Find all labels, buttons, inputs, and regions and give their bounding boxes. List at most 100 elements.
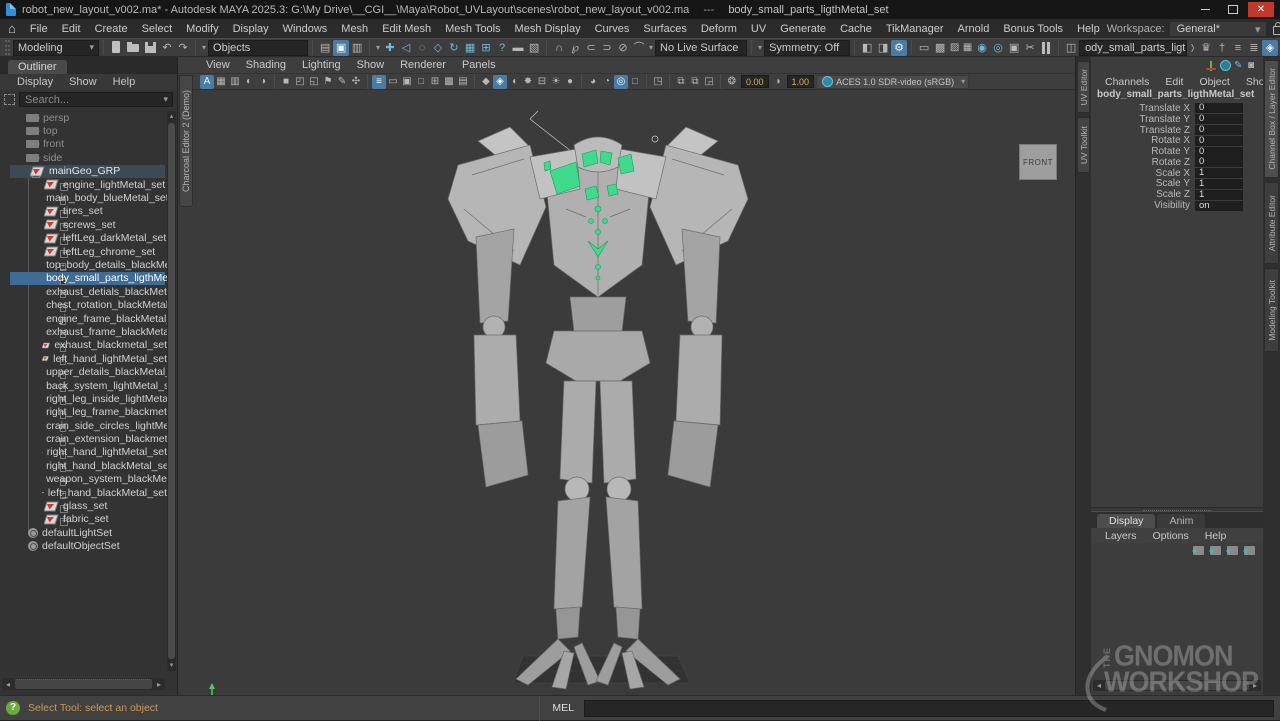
- outliner-set-row[interactable]: + crain_extension_blackmetal_set: [0, 432, 167, 445]
- outliner-camera-row[interactable]: persp: [0, 111, 167, 124]
- light-editor-icon[interactable]: ◕: [586, 75, 600, 89]
- channel-value-field[interactable]: 0: [1195, 125, 1243, 135]
- menu-set-selector[interactable]: Modeling: [13, 40, 99, 56]
- symmetry-caret-icon[interactable]: ▾: [758, 43, 762, 52]
- outliner-set-row[interactable]: + weapon_system_blackMetal_set: [0, 473, 167, 486]
- help-icon[interactable]: ?: [6, 701, 20, 715]
- menu-item[interactable]: Surfaces: [636, 23, 693, 35]
- viewport-panel[interactable]: View Shading Lighting Show Renderer Pane…: [178, 57, 1075, 695]
- gamma-icon[interactable]: ◑: [771, 75, 785, 89]
- lookdev-icon[interactable]: ▣: [1006, 40, 1022, 56]
- home-icon[interactable]: ⌂: [8, 21, 16, 36]
- save-scene-icon[interactable]: [143, 40, 158, 55]
- gamma-field[interactable]: 1.00: [787, 75, 815, 88]
- channel-row[interactable]: Rotate Y 0: [1091, 146, 1263, 157]
- lock-icon[interactable]: [1273, 26, 1280, 35]
- outliner-set-row[interactable]: + tires_set: [0, 205, 167, 218]
- character-icon[interactable]: ◙: [1248, 60, 1259, 71]
- channel-row[interactable]: Visibility on: [1091, 200, 1263, 211]
- motion-blur-icon[interactable]: ▤: [456, 75, 470, 89]
- mask-caret-icon[interactable]: ▾: [376, 43, 380, 52]
- menu-item[interactable]: Deform: [694, 23, 744, 35]
- bookmark-icon[interactable]: ◐: [242, 75, 256, 89]
- snap-view-icon[interactable]: ⊃: [599, 40, 615, 56]
- outliner-menu-item[interactable]: Display: [10, 76, 60, 88]
- layer-editor-menu-item[interactable]: Options: [1145, 530, 1197, 542]
- outliner-set-row[interactable]: + back_system_lightMetal_set: [0, 379, 167, 392]
- menu-item[interactable]: Generate: [773, 23, 833, 35]
- menu-item[interactable]: Mesh: [334, 23, 375, 35]
- pause-viewport-icon[interactable]: [1042, 42, 1050, 54]
- outliner-set-row[interactable]: + exhaust_detials_blackMetal_set: [0, 285, 167, 298]
- snap-points-icon[interactable]: ℘: [567, 40, 583, 56]
- outliner-set-row[interactable]: + screws_set: [0, 218, 167, 231]
- camera-attributes-icon[interactable]: ▥: [228, 75, 242, 89]
- layer-editor-horizontal-scrollbar[interactable]: ◂ ▸: [1093, 680, 1261, 691]
- close-button[interactable]: [1248, 2, 1274, 17]
- new-empty-layer-icon[interactable]: [1193, 546, 1204, 555]
- outliner-set-row[interactable]: + top_body_details_blackMetal_set: [0, 258, 167, 271]
- input-operations-icon[interactable]: ◧: [859, 40, 875, 56]
- output-operations-icon[interactable]: ◨: [875, 40, 891, 56]
- exposure-icon[interactable]: ❂: [725, 75, 739, 89]
- paint-select-icon[interactable]: ◌: [414, 40, 430, 56]
- outliner-camera-row[interactable]: side: [0, 151, 167, 164]
- channel-value-field[interactable]: 1: [1195, 179, 1243, 189]
- channel-row[interactable]: Scale Y 1: [1091, 179, 1263, 190]
- redo-icon[interactable]: ↷: [175, 40, 191, 56]
- holdouts-icon[interactable]: ◔: [600, 75, 614, 89]
- outliner-set-row[interactable]: + fabric_set: [0, 513, 167, 526]
- menu-item[interactable]: UV: [744, 23, 773, 35]
- channel-row[interactable]: Rotate Z 0: [1091, 157, 1263, 168]
- channel-value-field[interactable]: 1: [1195, 168, 1243, 178]
- xray-joints-icon[interactable]: ◖: [507, 75, 521, 89]
- layer-editor-menu-item[interactable]: Help: [1197, 530, 1235, 542]
- outliner-set-row[interactable]: + glass_set: [0, 499, 167, 512]
- channel-box-menu-item[interactable]: Edit: [1157, 76, 1191, 88]
- screen-space-ao-icon[interactable]: ▩: [442, 75, 456, 89]
- layer-editor-tab[interactable]: Anim: [1157, 514, 1205, 528]
- character-controls-icon[interactable]: ♛: [1198, 40, 1214, 56]
- lasso-tool-icon[interactable]: ◁: [398, 40, 414, 56]
- layer-options-icon[interactable]: [1244, 546, 1255, 555]
- lock-camera-icon[interactable]: ▦: [214, 75, 228, 89]
- attribute-spreadsheet-icon[interactable]: ≣: [1246, 40, 1262, 56]
- scroll-right-icon[interactable]: ▸: [1249, 681, 1261, 690]
- maximize-button[interactable]: [1220, 2, 1246, 17]
- new-layer-from-selected-icon[interactable]: [1227, 546, 1238, 555]
- viewport-canvas[interactable]: FRONT persp: [178, 91, 1075, 695]
- select-tool-icon[interactable]: ✚: [382, 40, 398, 56]
- outliner-set-row[interactable]: + right_hand_lightMetal_set: [0, 446, 167, 459]
- scroll-left-icon[interactable]: ◂: [2, 680, 14, 689]
- live-caret-icon[interactable]: ▾: [649, 43, 653, 52]
- ipr-render-icon[interactable]: ▨: [948, 40, 961, 56]
- highlight-selection-icon[interactable]: ▧: [526, 40, 542, 56]
- outliner-menu-item[interactable]: Show: [62, 76, 104, 88]
- scrollbar-thumb[interactable]: [1105, 681, 1249, 690]
- outliner-group-row[interactable]: − mainGeo_GRP: [0, 165, 167, 178]
- outliner-set-row[interactable]: + left_hand_blackMetal_set: [0, 486, 167, 499]
- shaded-mode-icon[interactable]: ▭: [386, 75, 400, 89]
- layer-editor-tab[interactable]: Display: [1097, 514, 1155, 528]
- menu-item[interactable]: Modify: [179, 23, 225, 35]
- select-component-icon[interactable]: ▥: [349, 40, 365, 56]
- speed-gauge-icon[interactable]: [1220, 60, 1231, 71]
- edit-pencil-icon[interactable]: ✎︎: [1234, 60, 1245, 71]
- filter-caret-icon[interactable]: ▾: [202, 43, 206, 52]
- shadows-icon[interactable]: ⊞: [428, 75, 442, 89]
- viewport-renderer-icon[interactable]: ◎: [614, 75, 628, 89]
- outliner-set-row[interactable]: + leftLeg_darkMetal_set: [0, 232, 167, 245]
- channel-row[interactable]: Rotate X 0: [1091, 135, 1263, 146]
- menu-item[interactable]: Edit Mesh: [375, 23, 438, 35]
- channel-box-object-name[interactable]: body_small_parts_ligthMetal_set: [1091, 89, 1263, 102]
- view-transform-selector[interactable]: ACES 1.0 SDR-video (sRGB): [816, 75, 969, 89]
- wireframe-mode-icon[interactable]: ≡: [372, 75, 386, 89]
- help-mode-icon[interactable]: ?: [494, 40, 510, 56]
- outliner-camera-row[interactable]: front: [0, 138, 167, 151]
- isolate-select-icon[interactable]: ◆: [479, 75, 493, 89]
- outliner-set-row[interactable]: + left_hand_lightMetal_set: [0, 352, 167, 365]
- channel-row[interactable]: Translate Y 0: [1091, 114, 1263, 125]
- menu-item[interactable]: Bonus Tools: [996, 23, 1070, 35]
- channel-box-menu-item[interactable]: Channels: [1097, 76, 1157, 88]
- menu-item[interactable]: Create: [88, 23, 135, 35]
